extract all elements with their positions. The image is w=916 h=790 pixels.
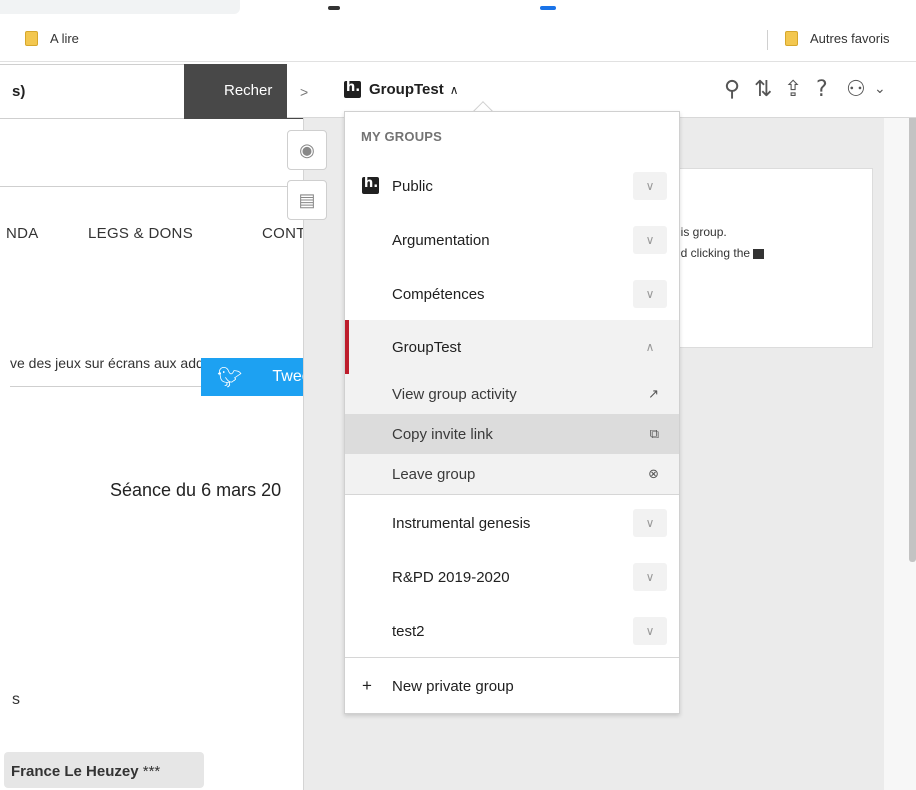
action-label: View group activity bbox=[392, 385, 517, 403]
group-item-argumentation[interactable]: Argumentation ∨ bbox=[345, 213, 679, 267]
scrollbar-thumb[interactable] bbox=[909, 92, 916, 562]
notes-icon[interactable]: ▤ bbox=[287, 180, 327, 220]
hypothesis-logo-icon bbox=[344, 80, 361, 98]
hypothesis-logo-icon bbox=[362, 176, 379, 194]
site-nav-item[interactable]: NDA bbox=[6, 225, 39, 242]
chevron-down-icon[interactable]: ⌄ bbox=[874, 81, 886, 97]
share-icon[interactable]: ⇪ bbox=[784, 77, 802, 102]
help-icon[interactable]: ? bbox=[816, 77, 828, 102]
browser-top bbox=[0, 0, 916, 18]
bookmark-label: A lire bbox=[50, 31, 79, 46]
author-name: France Le Heuzey bbox=[11, 763, 139, 780]
current-group-label: GroupTest bbox=[369, 81, 444, 98]
leave-group-button[interactable]: Leave group ⊗ bbox=[345, 454, 679, 494]
folder-icon bbox=[25, 31, 38, 46]
sort-icon[interactable]: ⇅ bbox=[754, 77, 772, 102]
empty-state-text: his group. nd clicking the bbox=[674, 222, 765, 264]
group-name: Public bbox=[392, 177, 433, 195]
group-dropdown: MY GROUPS Public ∨ Argumentation ∨ Compé… bbox=[344, 111, 680, 714]
empty-state-line: nd clicking the bbox=[674, 243, 765, 264]
active-indicator bbox=[345, 320, 349, 374]
bookmark-a-lire[interactable]: A lire bbox=[25, 31, 79, 46]
seance-heading: Séance du 6 mars 20 bbox=[110, 480, 282, 500]
section-title: MY GROUPS bbox=[361, 129, 443, 144]
group-name: Instrumental genesis bbox=[392, 514, 531, 532]
empty-state-line: his group. bbox=[674, 225, 727, 239]
group-name: R&PD 2019-2020 bbox=[392, 568, 510, 586]
chevron-down-icon[interactable]: ∨ bbox=[633, 509, 667, 537]
search-icon[interactable]: ⚲ bbox=[724, 77, 740, 102]
group-name: Compétences bbox=[392, 285, 485, 303]
divider bbox=[0, 186, 305, 187]
group-selector[interactable]: GroupTest ∧ bbox=[344, 80, 459, 98]
plus-icon: + bbox=[362, 676, 372, 695]
new-group-label: New private group bbox=[392, 677, 514, 695]
site-nav-item-legs-dons[interactable]: LEGS & DONS bbox=[88, 225, 193, 242]
chevron-up-icon[interactable]: ∧ bbox=[633, 333, 667, 361]
new-private-group-button[interactable]: + New private group bbox=[345, 658, 679, 714]
group-item-rpd-2019-2020[interactable]: R&PD 2019-2020 ∨ bbox=[345, 550, 679, 604]
website-content bbox=[0, 63, 305, 790]
folder-icon bbox=[785, 31, 798, 46]
author-chip[interactable]: France Le Heuzey *** bbox=[4, 752, 204, 788]
eye-icon[interactable]: ◉ bbox=[287, 130, 327, 170]
tab-strip bbox=[0, 0, 240, 14]
tab-indicator bbox=[328, 6, 340, 10]
bookmark-autres-favoris[interactable]: Autres favoris bbox=[785, 31, 889, 46]
copy-invite-link-button[interactable]: Copy invite link ⧉ bbox=[345, 414, 679, 454]
view-group-activity-link[interactable]: View group activity ↗ bbox=[345, 374, 679, 414]
divider bbox=[345, 494, 679, 495]
group-item-test2[interactable]: test2 ∨ bbox=[345, 604, 679, 658]
action-label: Leave group bbox=[392, 465, 476, 483]
bookmarks-separator bbox=[767, 30, 768, 50]
chevron-down-icon[interactable]: ∨ bbox=[633, 563, 667, 591]
group-name: Argumentation bbox=[392, 231, 490, 249]
chevron-down-icon[interactable]: ∨ bbox=[633, 172, 667, 200]
group-item-competences[interactable]: Compétences ∨ bbox=[345, 267, 679, 321]
author-stars: *** bbox=[142, 763, 161, 780]
user-icon[interactable]: ⚇ bbox=[846, 77, 866, 102]
group-name: GroupTest bbox=[392, 338, 462, 356]
bookmarks-bar: A lire Autres favoris bbox=[0, 18, 916, 62]
action-label: Copy invite link bbox=[392, 425, 493, 443]
chevron-down-icon[interactable]: ∨ bbox=[633, 226, 667, 254]
site-search-input[interactable]: s) bbox=[0, 64, 184, 119]
group-name: test2 bbox=[392, 622, 425, 640]
chevron-right-icon[interactable]: > bbox=[300, 84, 308, 100]
chevron-down-icon[interactable]: ∨ bbox=[633, 280, 667, 308]
copy-icon: ⧉ bbox=[649, 426, 659, 442]
external-link-icon: ↗ bbox=[648, 386, 659, 402]
chevron-up-icon: ∧ bbox=[449, 82, 459, 97]
group-item-grouptest[interactable]: GroupTest ∧ bbox=[345, 320, 679, 374]
annotate-icon bbox=[753, 248, 765, 259]
tab-indicator-active bbox=[540, 6, 556, 10]
bookmark-label: Autres favoris bbox=[810, 31, 890, 46]
site-text: s bbox=[12, 691, 20, 708]
twitter-icon: 🐦︎ bbox=[217, 365, 243, 389]
group-item-instrumental-genesis[interactable]: Instrumental genesis ∨ bbox=[345, 496, 679, 550]
group-item-public[interactable]: Public ∨ bbox=[345, 159, 679, 213]
chevron-down-icon[interactable]: ∨ bbox=[633, 617, 667, 645]
leave-icon: ⊗ bbox=[648, 466, 659, 482]
